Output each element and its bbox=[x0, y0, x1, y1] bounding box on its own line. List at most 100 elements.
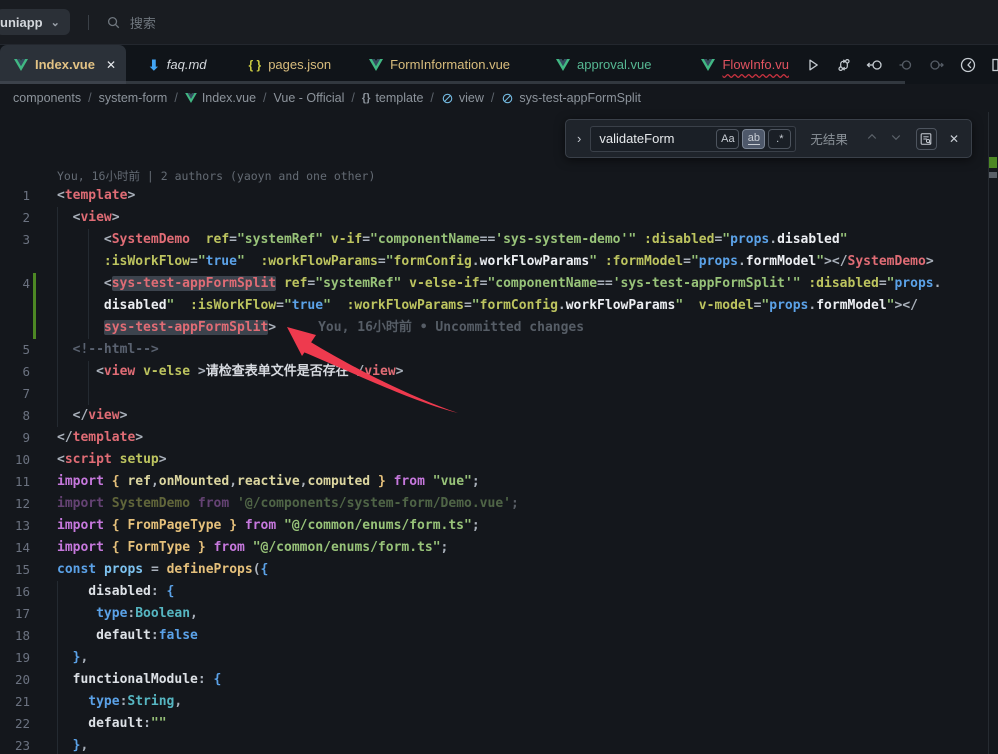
code-row[interactable]: 12import SystemDemo from '@/components/s… bbox=[0, 493, 998, 515]
code-row[interactable]: 4<sys-test-appFormSplit ref="systemRef" … bbox=[0, 273, 998, 295]
breadcrumb-item-index-vue[interactable]: Index.vue bbox=[185, 91, 256, 105]
regex-button[interactable]: .* bbox=[768, 129, 791, 149]
code-text: <sys-test-appFormSplit ref="systemRef" v… bbox=[57, 273, 998, 295]
git-modified-gutter-bar[interactable] bbox=[33, 273, 36, 295]
code-row[interactable]: 6<view v-else >请检查表单文件是否存在</view> bbox=[0, 361, 998, 383]
tab-faq-md[interactable]: ⬇ faq.md bbox=[136, 45, 218, 84]
code-row[interactable]: sys-test-appFormSplit>You, 16小时前 • Uncom… bbox=[0, 317, 998, 339]
indent-guide bbox=[57, 383, 58, 405]
code-row[interactable]: 2<view> bbox=[0, 207, 998, 229]
breadcrumb-item-components[interactable]: components bbox=[13, 91, 81, 105]
code-row[interactable]: 23}, bbox=[0, 735, 998, 754]
code-row[interactable]: 3<SystemDemo ref="systemRef" v-if="compo… bbox=[0, 229, 998, 251]
code-row[interactable]: :isWorkFlow="true" :workFlowParams="form… bbox=[0, 251, 998, 273]
close-find-button[interactable]: ✕ bbox=[941, 132, 963, 146]
breadcrumb-item-view[interactable]: view bbox=[441, 91, 484, 105]
vue-icon bbox=[185, 93, 197, 103]
code-row[interactable]: 9</template> bbox=[0, 427, 998, 449]
run-icon bbox=[805, 57, 821, 73]
split-editor-icon bbox=[991, 57, 998, 73]
chevron-up-icon bbox=[866, 131, 878, 143]
code-text: <SystemDemo ref="systemRef" v-if="compon… bbox=[57, 229, 998, 251]
close-icon[interactable]: ✕ bbox=[106, 58, 116, 72]
line-number: 12 bbox=[0, 493, 30, 515]
tab-pages-json[interactable]: { } pages.json bbox=[237, 45, 344, 84]
tab-flowinfo-vue[interactable]: FlowInfo.vu bbox=[689, 45, 800, 84]
overview-ruler[interactable] bbox=[988, 112, 998, 754]
code-text: </view> bbox=[57, 405, 998, 427]
code-editor[interactable]: You, 16小时前 | 2 authors (yaoyn and one ot… bbox=[0, 112, 998, 754]
toggle-replace-chevron[interactable]: › bbox=[572, 131, 586, 146]
json-braces-icon: { } bbox=[249, 58, 262, 72]
tab-bar: Index.vue ✕ ⬇ faq.md { } pages.json Form… bbox=[0, 45, 998, 84]
breadcrumb-item-vue-official[interactable]: Vue - Official bbox=[274, 91, 345, 105]
line-number: 7 bbox=[0, 383, 30, 405]
code-row[interactable]: 16disabled: { bbox=[0, 581, 998, 603]
line-number: 2 bbox=[0, 207, 30, 229]
code-row[interactable]: 20functionalModule: { bbox=[0, 669, 998, 691]
code-text: sys-test-appFormSplit>You, 16小时前 • Uncom… bbox=[57, 317, 998, 339]
code-row[interactable]: 14import { FormType } from "@/common/enu… bbox=[0, 537, 998, 559]
run-button[interactable] bbox=[801, 53, 825, 77]
code-row[interactable]: 19}, bbox=[0, 647, 998, 669]
open-changes-button[interactable] bbox=[863, 53, 887, 77]
tab-index-vue[interactable]: Index.vue ✕ bbox=[0, 45, 126, 84]
breadcrumb-item-template[interactable]: {} template bbox=[362, 91, 424, 105]
find-widget: › validateForm Aa ab .* 无结果 bbox=[565, 119, 972, 158]
find-input[interactable]: validateForm Aa ab .* bbox=[590, 126, 796, 152]
code-text: import { ref,onMounted,reactive,computed… bbox=[57, 471, 998, 493]
code-row[interactable]: 8</view> bbox=[0, 405, 998, 427]
code-row[interactable]: 22default:"" bbox=[0, 713, 998, 735]
code-text: </template> bbox=[57, 427, 998, 449]
split-editor-button[interactable] bbox=[987, 53, 998, 77]
code-row[interactable]: 1<template> bbox=[0, 185, 998, 207]
nav-forward-button[interactable] bbox=[925, 53, 949, 77]
breadcrumb-separator: / bbox=[88, 91, 91, 105]
tab-forminformation-vue[interactable]: FormInformation.vue bbox=[357, 45, 522, 84]
line-number: 10 bbox=[0, 449, 30, 471]
vue-icon bbox=[14, 59, 28, 71]
nav-back-button[interactable] bbox=[894, 53, 918, 77]
git-modified-gutter-bar[interactable] bbox=[33, 295, 36, 317]
indent-guide bbox=[57, 405, 58, 427]
breadcrumb-item-sys-test-appformsplit[interactable]: sys-test-appFormSplit bbox=[501, 91, 641, 105]
match-case-button[interactable]: Aa bbox=[716, 129, 739, 149]
titlebar-divider bbox=[88, 15, 89, 30]
breadcrumb-item-system-form[interactable]: system-form bbox=[99, 91, 168, 105]
code-text: const props = defineProps({ bbox=[57, 559, 998, 581]
find-in-selection-button[interactable] bbox=[916, 128, 937, 150]
code-row[interactable]: 7 bbox=[0, 383, 998, 405]
git-modified-gutter-bar[interactable] bbox=[33, 317, 36, 339]
code-row[interactable]: 13import { FromPageType } from "@/common… bbox=[0, 515, 998, 537]
indent-guide bbox=[57, 295, 58, 317]
code-row[interactable]: disabled" :isWorkFlow="true" :workFlowPa… bbox=[0, 295, 998, 317]
find-in-selection-icon bbox=[919, 132, 933, 146]
line-number: 20 bbox=[0, 669, 30, 691]
code-text: type:Boolean, bbox=[57, 603, 998, 625]
workspace-menu-chip[interactable]: uniapp ⌄ bbox=[0, 9, 70, 35]
line-number: 13 bbox=[0, 515, 30, 537]
indent-guide bbox=[57, 339, 58, 361]
code-row[interactable]: 15const props = defineProps({ bbox=[0, 559, 998, 581]
code-row[interactable]: 5<!--html--> bbox=[0, 339, 998, 361]
code-text: default:false bbox=[57, 625, 998, 647]
code-row[interactable]: 10<script setup> bbox=[0, 449, 998, 471]
codelens-authors[interactable]: You, 16小时前 | 2 authors (yaoyn and one ot… bbox=[57, 168, 375, 184]
indent-guide bbox=[88, 273, 89, 295]
line-number: 21 bbox=[0, 691, 30, 713]
indent-guide bbox=[57, 317, 58, 339]
tab-approval-vue[interactable]: approval.vue bbox=[544, 45, 663, 84]
find-previous-button[interactable] bbox=[860, 130, 884, 148]
whole-word-button[interactable]: ab bbox=[742, 129, 765, 149]
code-row[interactable]: 18default:false bbox=[0, 625, 998, 647]
code-row[interactable]: 17 type:Boolean, bbox=[0, 603, 998, 625]
find-next-button[interactable] bbox=[884, 130, 908, 148]
line-number: 17 bbox=[0, 603, 30, 625]
command-center-search[interactable]: 搜索 bbox=[106, 13, 156, 32]
vue-icon bbox=[369, 59, 383, 71]
code-text: default:"" bbox=[57, 713, 998, 735]
git-compare-button[interactable] bbox=[832, 53, 856, 77]
timer-button[interactable] bbox=[956, 53, 980, 77]
code-row[interactable]: 11import { ref,onMounted,reactive,comput… bbox=[0, 471, 998, 493]
code-row[interactable]: 21type:String, bbox=[0, 691, 998, 713]
